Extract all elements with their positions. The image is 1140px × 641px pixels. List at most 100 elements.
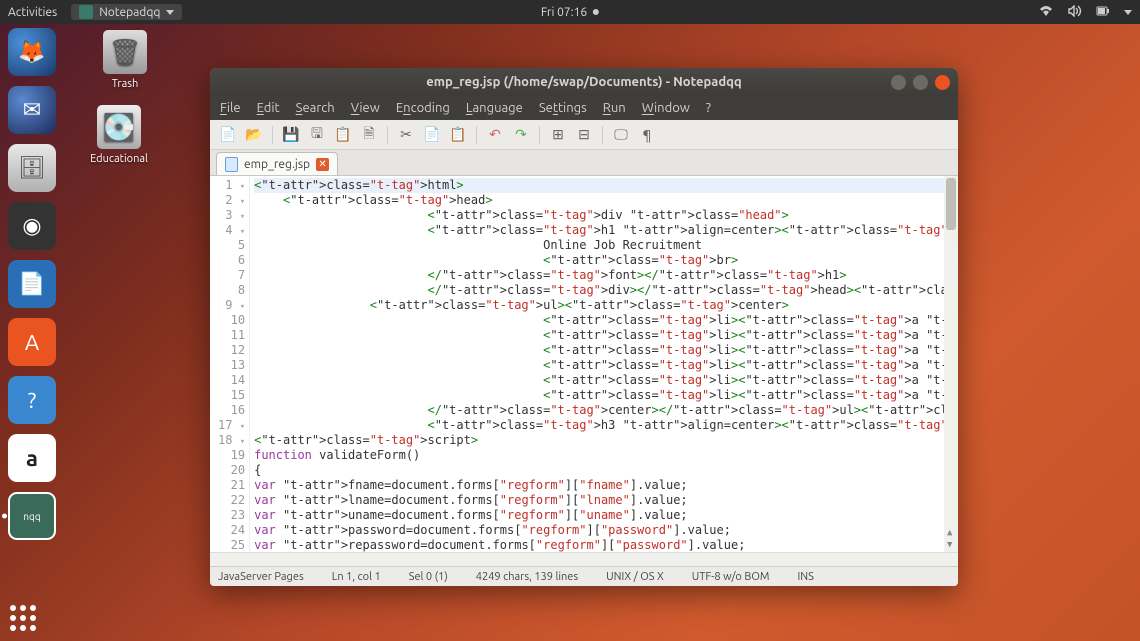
code-line[interactable]: <"t-attr">class="t-tag">div "t-attr">cla… (254, 208, 954, 223)
clock[interactable]: Fri 07:16 (541, 6, 599, 19)
menu-search[interactable]: Search (296, 101, 335, 115)
notepadqq-launcher[interactable]: nqq (8, 492, 56, 540)
scroll-up-icon[interactable]: ▲ (947, 528, 952, 538)
line-number[interactable]: 22 (218, 493, 245, 508)
line-number[interactable]: 3 ▾ (218, 208, 245, 223)
educational-desktop-icon[interactable]: 💽 Educational (84, 105, 154, 165)
word-wrap-button[interactable]: 🖵 (611, 125, 631, 145)
line-number[interactable]: 8 (218, 283, 245, 298)
code-line[interactable]: <"t-attr">class="t-tag">ul><"t-attr">cla… (254, 298, 954, 313)
menu-file[interactable]: File (220, 101, 241, 115)
cut-button[interactable]: ✂ (396, 125, 416, 145)
tab-emp-reg[interactable]: emp_reg.jsp ✕ (216, 152, 338, 175)
code-line[interactable]: <"t-attr">class="t-tag">li><"t-attr">cla… (254, 328, 954, 343)
undo-button[interactable]: ↶ (485, 125, 505, 145)
code-line[interactable]: var "t-attr">uname=document.forms["regfo… (254, 508, 954, 523)
window-maximize-button[interactable] (913, 75, 928, 90)
line-number[interactable]: 10 (218, 313, 245, 328)
line-number-gutter[interactable]: 1 ▾2 ▾3 ▾4 ▾56789 ▾1011121314151617 ▾18 … (210, 176, 250, 552)
code-line[interactable]: <"t-attr">class="t-tag">h3 "t-attr">alig… (254, 418, 954, 433)
menu-window[interactable]: Window (642, 101, 690, 115)
code-line[interactable]: function validateForm() (254, 448, 954, 463)
window-titlebar[interactable]: emp_reg.jsp (/home/swap/Documents) - Not… (210, 68, 958, 96)
new-file-button[interactable]: 📄 (218, 125, 238, 145)
code-line[interactable]: <"t-attr">class="t-tag">br> (254, 253, 954, 268)
save-button[interactable]: 💾 (281, 125, 301, 145)
line-number[interactable]: 5 (218, 238, 245, 253)
line-number[interactable]: 2 ▾ (218, 193, 245, 208)
line-number[interactable]: 17 ▾ (218, 418, 245, 433)
menu-run[interactable]: Run (603, 101, 626, 115)
code-line[interactable]: </"t-attr">class="t-tag">font></"t-attr"… (254, 268, 954, 283)
copy-button[interactable]: 📄 (422, 125, 442, 145)
volume-icon[interactable] (1068, 5, 1082, 20)
zoom-in-button[interactable]: ⊞ (548, 125, 568, 145)
editor[interactable]: 1 ▾2 ▾3 ▾4 ▾56789 ▾1011121314151617 ▾18 … (210, 176, 958, 552)
open-file-button[interactable]: 📂 (244, 125, 264, 145)
code-line[interactable]: var "t-attr">repassword=document.forms["… (254, 538, 954, 552)
wifi-icon[interactable] (1038, 5, 1054, 20)
line-number[interactable]: 4 ▾ (218, 223, 245, 238)
paste-button[interactable]: 📋 (448, 125, 468, 145)
vertical-scrollbar[interactable]: ▲ ▼ (944, 176, 958, 552)
line-number[interactable]: 15 (218, 388, 245, 403)
line-number[interactable]: 7 (218, 268, 245, 283)
line-number[interactable]: 6 (218, 253, 245, 268)
line-number[interactable]: 11 (218, 328, 245, 343)
line-number[interactable]: 14 (218, 373, 245, 388)
code-line[interactable]: <"t-attr">class="t-tag">script> (254, 433, 954, 448)
code-line[interactable]: </"t-attr">class="t-tag">center></"t-att… (254, 403, 954, 418)
code-line[interactable]: <"t-attr">class="t-tag">li><"t-attr">cla… (254, 358, 954, 373)
code-line[interactable]: Online Job Recruitment (254, 238, 954, 253)
zoom-out-button[interactable]: ⊟ (574, 125, 594, 145)
line-number[interactable]: 25 (218, 538, 245, 552)
active-app-menu[interactable]: Notepadqq (71, 4, 182, 20)
save-as-button[interactable]: 📋 (333, 125, 353, 145)
code-line[interactable]: <"t-attr">class="t-tag">html> (254, 178, 954, 193)
show-applications-button[interactable] (10, 605, 36, 631)
line-number[interactable]: 21 (218, 478, 245, 493)
amazon-launcher[interactable]: a (8, 434, 56, 482)
horizontal-scrollbar[interactable] (210, 552, 958, 566)
code-line[interactable]: var "t-attr">password=document.forms["re… (254, 523, 954, 538)
menu-encoding[interactable]: Encoding (396, 101, 450, 115)
code-line[interactable]: <"t-attr">class="t-tag">li><"t-attr">cla… (254, 373, 954, 388)
code-line[interactable]: <"t-attr">class="t-tag">li><"t-attr">cla… (254, 313, 954, 328)
thunderbird-launcher[interactable]: ✉ (8, 86, 56, 134)
help-launcher[interactable]: ? (8, 376, 56, 424)
line-number[interactable]: 12 (218, 343, 245, 358)
save-all-button[interactable]: 🖫 (307, 125, 327, 145)
window-minimize-button[interactable] (891, 75, 906, 90)
code-area[interactable]: <"t-attr">class="t-tag">html> <"t-attr">… (250, 176, 958, 552)
line-number[interactable]: 23 (218, 508, 245, 523)
menu-edit[interactable]: Edit (257, 101, 280, 115)
menu-language[interactable]: Language (466, 101, 523, 115)
menu-settings[interactable]: Settings (539, 101, 587, 115)
code-line[interactable]: </"t-attr">class="t-tag">div></"t-attr">… (254, 283, 954, 298)
window-close-button[interactable] (935, 75, 950, 90)
activities-button[interactable]: Activities (8, 6, 57, 19)
files-launcher[interactable]: 🗄 (8, 144, 56, 192)
rhythmbox-launcher[interactable]: ◉ (8, 202, 56, 250)
system-menu-chevron-icon[interactable] (1124, 10, 1132, 15)
close-doc-button[interactable]: 🗎 (359, 125, 379, 145)
code-line[interactable]: { (254, 463, 954, 478)
code-line[interactable]: <"t-attr">class="t-tag">li><"t-attr">cla… (254, 343, 954, 358)
libreoffice-writer-launcher[interactable]: 📄 (8, 260, 56, 308)
trash-desktop-icon[interactable]: 🗑 Trash (90, 30, 160, 90)
scrollbar-thumb[interactable] (946, 178, 956, 230)
line-number[interactable]: 18 ▾ (218, 433, 245, 448)
line-number[interactable]: 20 (218, 463, 245, 478)
line-number[interactable]: 24 (218, 523, 245, 538)
menu-help[interactable]: ? (706, 101, 711, 115)
ubuntu-software-launcher[interactable]: A (8, 318, 56, 366)
line-number[interactable]: 19 (218, 448, 245, 463)
code-line[interactable]: <"t-attr">class="t-tag">li><"t-attr">cla… (254, 388, 954, 403)
menu-view[interactable]: View (351, 101, 380, 115)
code-line[interactable]: <"t-attr">class="t-tag">h1 "t-attr">alig… (254, 223, 954, 238)
code-line[interactable]: var "t-attr">lname=document.forms["regfo… (254, 493, 954, 508)
line-number[interactable]: 16 (218, 403, 245, 418)
line-number[interactable]: 9 ▾ (218, 298, 245, 313)
line-number[interactable]: 1 ▾ (218, 178, 245, 193)
tab-close-button[interactable]: ✕ (316, 158, 329, 171)
